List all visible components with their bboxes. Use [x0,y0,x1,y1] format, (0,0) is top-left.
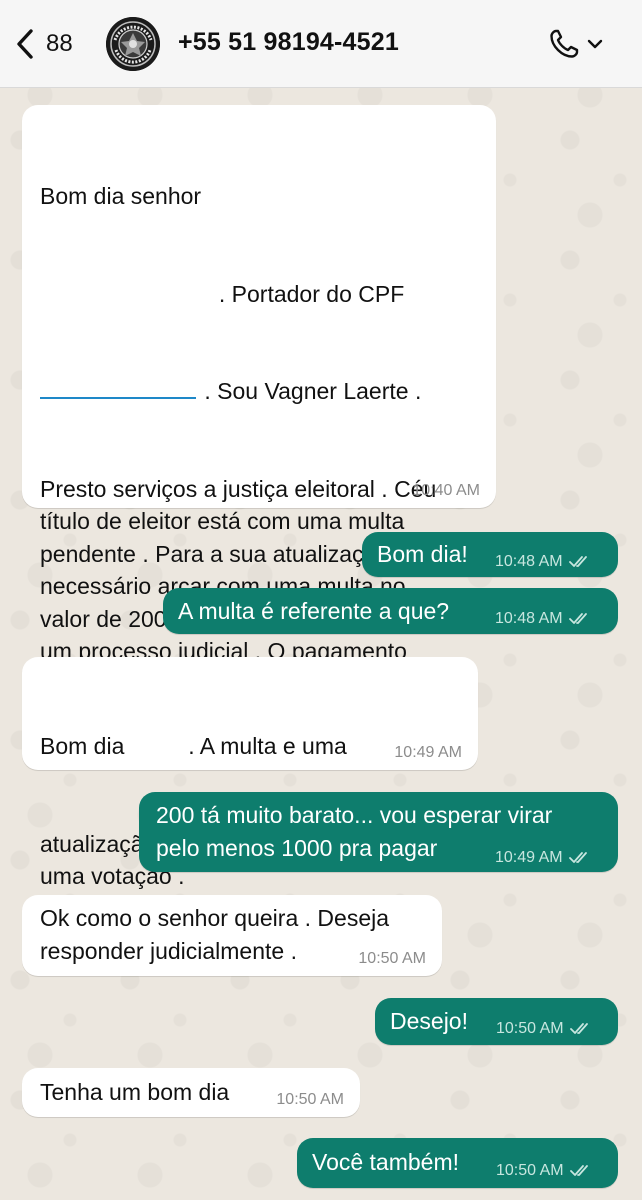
double-check-icon [569,1165,588,1176]
double-check-icon [569,1023,588,1034]
message-outgoing[interactable]: Você também! 10:50 AM [297,1138,618,1188]
message-text: Tenha um bom dia [40,1079,230,1105]
message-time: 10:50 AM [496,1020,564,1037]
chat-header: 88 +55 51 98194-4521 [0,0,642,88]
call-button[interactable] [548,26,604,62]
double-check-icon [568,852,587,863]
message-incoming[interactable]: Bom dia xxxxx. A multa e uma atualização… [22,657,478,889]
message-incoming[interactable]: Ok como o senhor queira . Deseja respond… [22,895,442,976]
chevron-left-icon [17,29,33,59]
redacted-name: xxxxx [131,733,189,759]
message-outgoing[interactable]: Desejo! 10:50 AM [375,998,618,1045]
unread-count: 88 [46,30,73,57]
message-text: . A multa e uma [188,733,347,759]
double-check-icon [568,613,587,624]
message-text: Bom dia senhor [40,183,202,209]
avatar[interactable] [106,17,160,71]
message-outgoing[interactable]: Bom dia! 10:48 AM [362,532,618,577]
message-time: 10:48 AM [495,610,563,627]
chevron-down-icon [587,39,603,49]
message-time: 10:49 AM [394,744,462,761]
message-text: Desejo! [390,1008,468,1034]
message-time: 10:50 AM [358,950,426,967]
message-text: Bom dia [40,733,125,759]
message-incoming[interactable]: Bom dia senhorxxxxxxxxxxxx xxxxxxxxxxxxx… [22,105,496,729]
message-outgoing[interactable]: A multa é referente a que? 10:48 AM [163,588,618,634]
phone-icon [550,29,579,58]
message-text: Bom dia! [377,541,468,567]
message-time: 10:50 AM [276,1091,344,1108]
message-text: Você também! [312,1149,460,1175]
message-incoming[interactable]: Tenha um bom dia 10:50 AM [22,1068,360,1117]
message-time: 10:40 AM [412,482,480,499]
contact-name[interactable]: +55 51 98194-4521 [178,28,399,57]
message-text: . Portador do CPF [218,280,405,307]
redacted-cpf [40,397,196,399]
redacted-name: xxxxxxxxxxxxxxx [40,281,213,307]
message-outgoing[interactable]: 200 tá muito barato... vou esperar virar… [139,792,618,872]
message-time: 10:50 AM [496,1162,564,1179]
message-time: 10:48 AM [495,553,563,570]
justica-eleitoral-seal-icon [106,17,160,71]
message-text: . Sou Vagner Laerte . [204,378,422,404]
back-button[interactable]: 88 [14,26,73,62]
redacted-name: xxxxxxxxxxxx [201,183,339,209]
double-check-icon [568,556,587,567]
message-time: 10:49 AM [495,849,563,866]
message-text: A multa é referente a que? [178,598,450,624]
